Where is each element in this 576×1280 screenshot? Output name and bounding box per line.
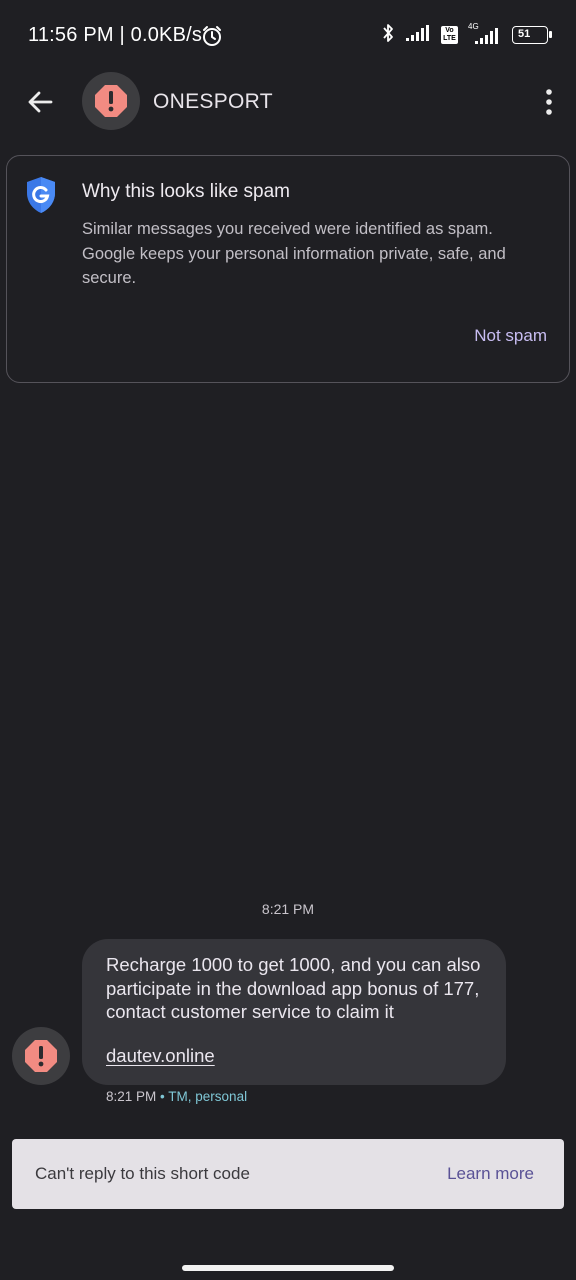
status-bar: 11:56 PM | 0.0KB/s Vo LTE 4G 51: [0, 0, 576, 70]
spam-card-body: Similar messages you received were ident…: [82, 220, 506, 287]
app-bar: ONESPORT: [0, 70, 576, 134]
back-button[interactable]: [18, 82, 62, 122]
spam-info-card: Why this looks like spam Similar message…: [6, 155, 570, 383]
alarm-icon: [201, 25, 223, 52]
more-options-button[interactable]: [538, 82, 560, 122]
spam-warning-icon: [95, 85, 127, 117]
message-meta: 8:21 PM • TM, personal: [106, 1089, 247, 1104]
status-icons: Vo LTE 4G 51: [381, 22, 552, 49]
message-timestamp: 8:21 PM: [261, 901, 315, 917]
message-time: 8:21 PM: [106, 1089, 157, 1104]
meta-separator: •: [160, 1089, 165, 1104]
reply-disabled-banner: Can't reply to this short code Learn mor…: [12, 1139, 564, 1209]
signal-icon: [405, 24, 431, 47]
contact-name[interactable]: ONESPORT: [153, 90, 273, 114]
message-text: Recharge 1000 to get 1000, and you can a…: [106, 954, 481, 1022]
reply-disabled-text: Can't reply to this short code: [35, 1164, 250, 1183]
volte-icon: Vo LTE: [441, 26, 458, 44]
google-shield-icon: [25, 176, 57, 214]
spam-warning-icon: [25, 1040, 57, 1072]
learn-more-button[interactable]: Learn more: [447, 1164, 534, 1184]
bluetooth-icon: [381, 22, 395, 49]
more-vert-icon: [546, 89, 552, 115]
spam-card-title: Why this looks like spam: [82, 181, 291, 202]
message-bubble[interactable]: Recharge 1000 to get 1000, and you can a…: [82, 939, 506, 1085]
home-indicator[interactable]: [182, 1265, 394, 1271]
arrow-back-icon: [28, 91, 53, 113]
message-category-tag: TM, personal: [168, 1089, 248, 1104]
contact-avatar[interactable]: [82, 72, 140, 130]
battery-icon: 51: [512, 26, 552, 44]
sender-avatar[interactable]: [12, 1027, 70, 1085]
not-spam-button[interactable]: Not spam: [474, 326, 547, 346]
status-time: 11:56 PM | 0.0KB/s: [28, 24, 203, 46]
battery-level: 51: [518, 28, 531, 40]
message-link[interactable]: dautev.online: [106, 1045, 215, 1067]
network-signal-icon: 4G: [468, 22, 502, 45]
